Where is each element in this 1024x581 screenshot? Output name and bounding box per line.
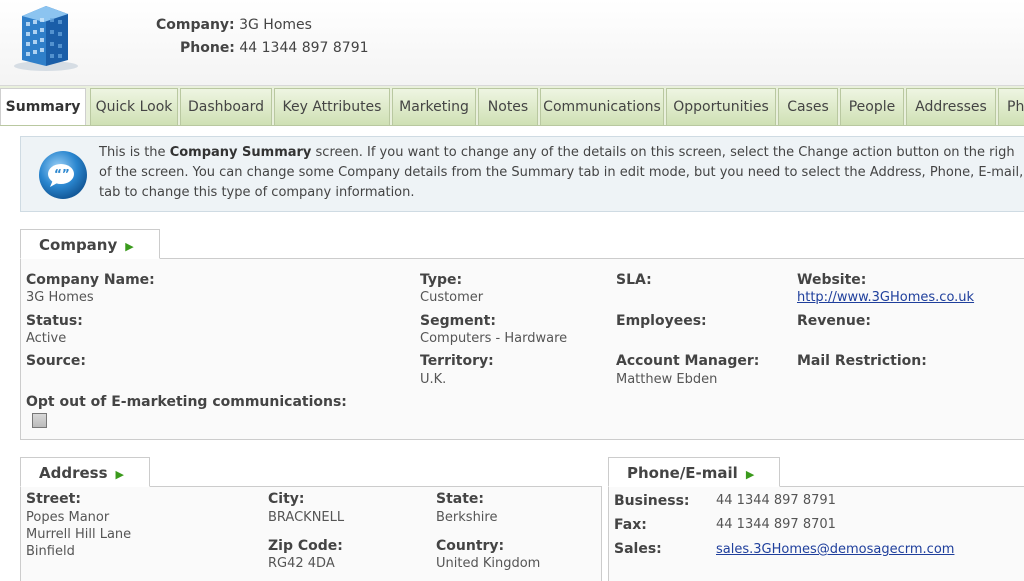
play-arrow-icon[interactable]: ▶ <box>746 468 754 481</box>
info-line-1: This is the Company Summary screen. If y… <box>99 143 1024 163</box>
segment-value: Computers - Hardware <box>420 331 568 346</box>
header-company: Company: 3G Homes <box>156 17 312 33</box>
zip-value: RG42 4DA <box>268 556 335 571</box>
info-line-1-bold: Company Summary <box>169 145 312 160</box>
employees-label: Employees: <box>616 313 707 329</box>
tab-bar: Summary Quick Look Dashboard Key Attribu… <box>0 86 1024 126</box>
info-line-1-post: screen. If you want to change any of the… <box>311 145 1015 160</box>
tab-people[interactable]: People <box>840 88 904 125</box>
speech-bubble-icon: “” <box>39 151 87 199</box>
country-value: United Kingdom <box>436 556 541 571</box>
info-box: “” This is the Company Summary screen. I… <box>20 136 1024 212</box>
status-value: Active <box>26 331 67 346</box>
sales-label: Sales: <box>614 541 662 557</box>
address-panel-title: Address <box>39 464 108 482</box>
company-panel-title: Company <box>39 236 118 254</box>
territory-label: Territory: <box>420 353 494 369</box>
street-line-3: Binfield <box>26 544 75 559</box>
state-value: Berkshire <box>436 510 498 525</box>
country-label: Country: <box>436 538 505 554</box>
company-panel <box>20 258 1024 440</box>
info-line-2: of the screen. You can change some Compa… <box>99 165 1024 180</box>
phone-email-panel-tab[interactable]: Phone/E-mail ▶ <box>608 457 780 487</box>
info-line-1-pre: This is the <box>99 145 170 160</box>
header-phone: Phone: 44 1344 897 8791 <box>180 40 369 56</box>
street-line-1: Popes Manor <box>26 510 110 525</box>
phone-email-panel-title: Phone/E-mail <box>627 464 738 482</box>
website-link[interactable]: http://www.3GHomes.co.uk <box>797 290 974 305</box>
play-arrow-icon[interactable]: ▶ <box>125 240 133 253</box>
info-text: This is the Company Summary screen. If y… <box>99 143 1024 203</box>
type-label: Type: <box>420 272 463 288</box>
zip-label: Zip Code: <box>268 538 343 554</box>
type-value: Customer <box>420 290 484 305</box>
play-arrow-icon[interactable]: ▶ <box>116 468 124 481</box>
city-value: BRACKNELL <box>268 510 345 525</box>
account-manager-value: Matthew Ebden <box>616 372 718 387</box>
opt-out-checkbox[interactable] <box>32 413 47 428</box>
company-name-label: Company Name: <box>26 272 155 288</box>
tab-notes[interactable]: Notes <box>478 88 538 125</box>
tab-dashboard[interactable]: Dashboard <box>180 88 272 125</box>
header-phone-label: Phone: <box>180 40 235 56</box>
sales-email-link[interactable]: sales.3GHomes@demosagecrm.com <box>716 542 954 557</box>
city-label: City: <box>268 491 305 507</box>
tab-marketing[interactable]: Marketing <box>392 88 476 125</box>
company-name-value: 3G Homes <box>26 290 94 305</box>
street-line-2: Murrell Hill Lane <box>26 527 132 542</box>
tab-opportunities[interactable]: Opportunities <box>666 88 776 125</box>
sla-label: SLA: <box>616 272 652 288</box>
info-line-3: tab to change this type of company infor… <box>99 185 415 200</box>
tab-communications[interactable]: Communications <box>540 88 664 125</box>
business-label: Business: <box>614 493 690 509</box>
territory-value: U.K. <box>420 372 447 387</box>
opt-out-label: Opt out of E-marketing communications: <box>26 394 347 410</box>
header-company-label: Company: <box>156 17 235 33</box>
company-header: Company: 3G Homes Phone: 44 1344 897 879… <box>0 0 1024 86</box>
fax-label: Fax: <box>614 517 647 533</box>
account-manager-label: Account Manager: <box>616 353 760 369</box>
header-phone-value: 44 1344 897 8791 <box>239 40 369 56</box>
status-label: Status: <box>26 313 83 329</box>
tab-key-attributes[interactable]: Key Attributes <box>274 88 390 125</box>
tab-phone-email[interactable]: Ph <box>998 88 1024 125</box>
mail-restriction-label: Mail Restriction: <box>797 353 927 369</box>
header-company-value: 3G Homes <box>239 17 312 33</box>
business-value: 44 1344 897 8791 <box>716 493 836 508</box>
tab-cases[interactable]: Cases <box>778 88 838 125</box>
street-label: Street: <box>26 491 81 507</box>
segment-label: Segment: <box>420 313 496 329</box>
tab-addresses[interactable]: Addresses <box>906 88 996 125</box>
fax-value: 44 1344 897 8701 <box>716 517 836 532</box>
svg-text:“”: “” <box>54 167 70 181</box>
company-panel-tab[interactable]: Company ▶ <box>20 229 160 259</box>
website-label: Website: <box>797 272 867 288</box>
building-icon <box>14 6 78 71</box>
tab-quick-look[interactable]: Quick Look <box>90 88 178 125</box>
source-label: Source: <box>26 353 86 369</box>
address-panel-tab[interactable]: Address ▶ <box>20 457 150 487</box>
revenue-label: Revenue: <box>797 313 871 329</box>
state-label: State: <box>436 491 485 507</box>
tab-summary[interactable]: Summary <box>0 88 86 125</box>
